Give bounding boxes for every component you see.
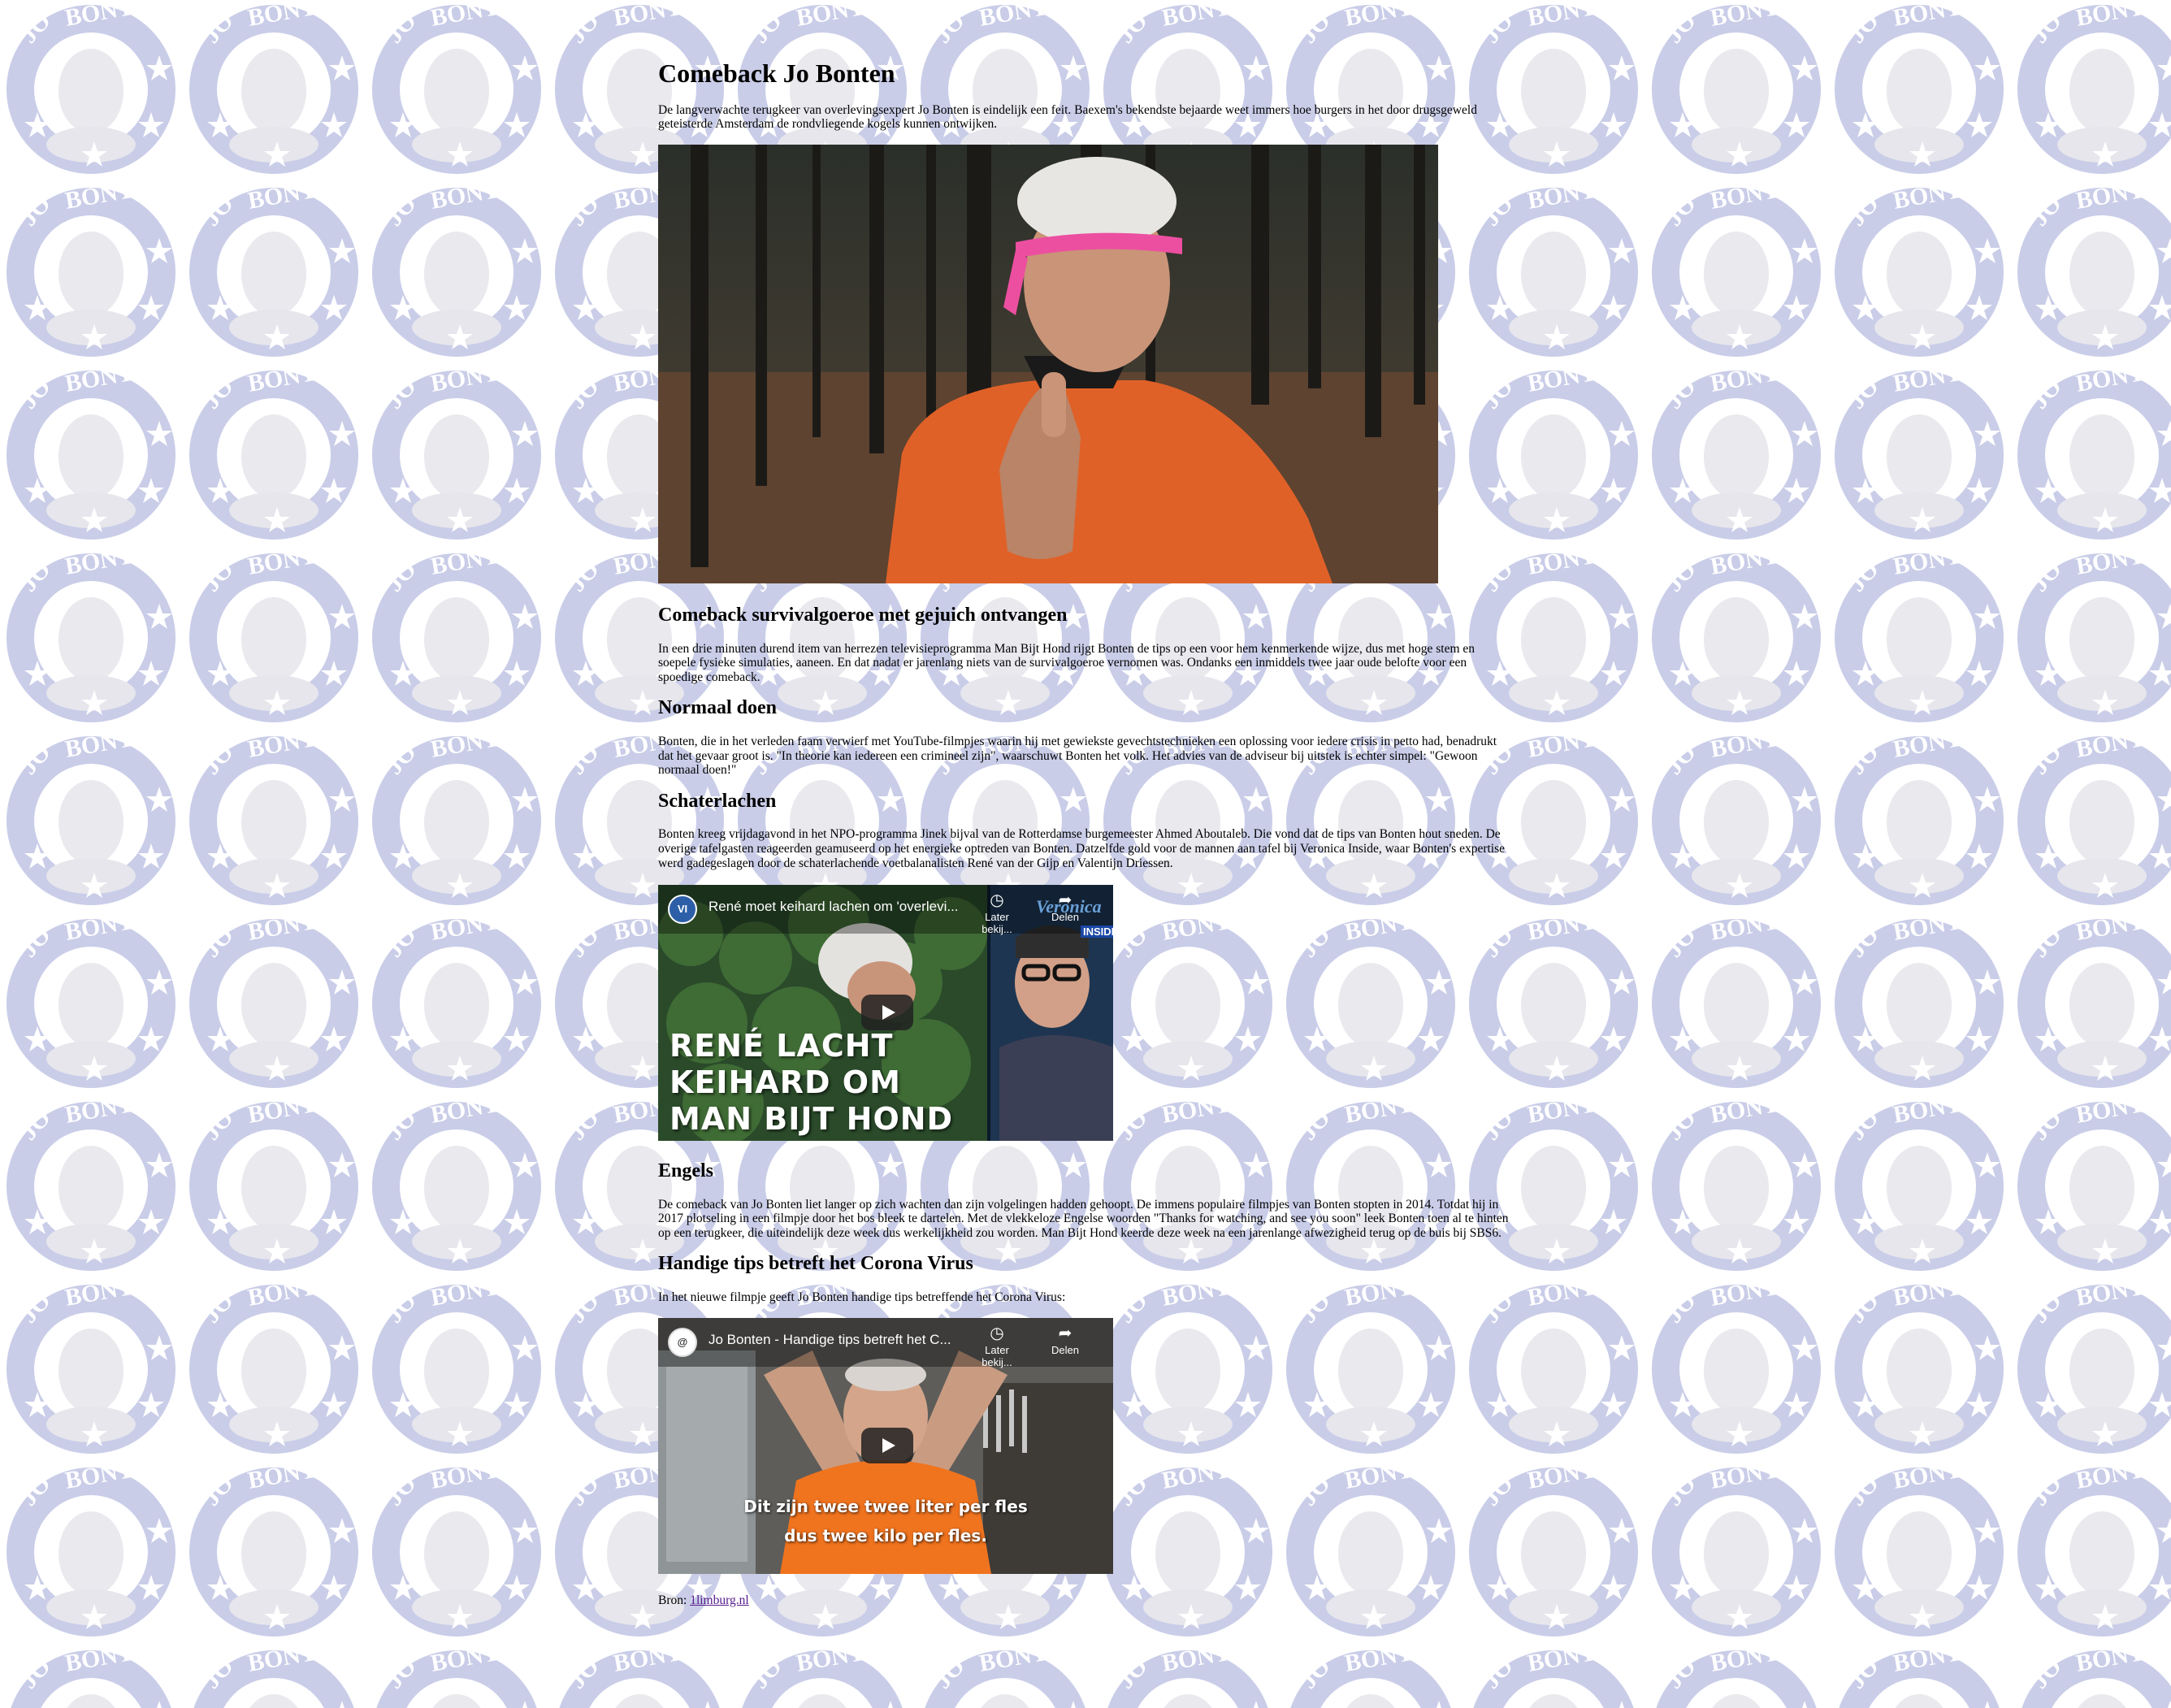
play-button[interactable] <box>861 1427 913 1463</box>
subtitle-line: dus twee kilo per fles. <box>784 1525 987 1545</box>
video-subtitle: Dit zijn twee twee liter per fles dus tw… <box>658 1492 1113 1550</box>
video-header: @ Jo Bonten - Handige tips betreft het C… <box>658 1318 1113 1368</box>
section-text-schaterlachen: Bonten kreeg vrijdagavond in het NPO-pro… <box>658 827 1506 870</box>
subtitle-line: Dit zijn twee twee liter per fles <box>743 1496 1028 1516</box>
watch-later-label: Later bekij... <box>982 1343 1012 1368</box>
share-label: Delen <box>1051 1343 1079 1356</box>
watch-later-label: Later bekij... <box>982 911 1012 936</box>
hero-image <box>658 144 1438 583</box>
caption-line: MAN BIJT HOND <box>670 1101 954 1138</box>
section-heading-normaal-doen: Normaal doen <box>658 697 777 719</box>
video-title[interactable]: René moet keihard lachen om 'overlevi... <box>708 899 959 915</box>
clock-icon: ◷ <box>990 891 1004 910</box>
section-heading-schaterlachen: Schaterlachen <box>658 790 777 812</box>
intro-paragraph: De langverwachte terugkeer van overlevin… <box>658 102 1477 132</box>
source-link[interactable]: 1limburg.nl <box>690 1593 748 1607</box>
channel-avatar[interactable]: VI <box>668 895 697 925</box>
page-title: Comeback Jo Bonten <box>658 59 895 88</box>
channel-avatar[interactable]: @ <box>668 1327 697 1357</box>
video-embed-corona[interactable]: @ Jo Bonten - Handige tips betreft het C… <box>658 1317 1113 1574</box>
section-heading-engels: Engels <box>658 1160 714 1182</box>
section-heading-corona: Handige tips betreft het Corona Virus <box>658 1253 973 1275</box>
brand-logo: Veronica <box>1036 896 1102 917</box>
share-button[interactable]: ➦ Delen <box>1038 1324 1092 1356</box>
section-text-engels: De comeback van Jo Bonten liet langer op… <box>658 1197 1509 1240</box>
section-text-corona: In het nieuwe filmpje geeft Jo Bonten ha… <box>658 1290 1066 1305</box>
caption-line: RENÉ LACHT <box>670 1028 894 1064</box>
clock-icon: ◷ <box>990 1324 1004 1342</box>
section-heading-comeback: Comeback survivalgoeroe met gejuich ontv… <box>658 604 1068 626</box>
source-label: Bron: <box>658 1593 687 1607</box>
watch-later-button[interactable]: ◷ Later bekij... <box>970 891 1024 935</box>
video-embed-rene[interactable]: VI René moet keihard lachen om 'overlevi… <box>658 885 1113 1142</box>
caption-line: KEIHARD OM <box>670 1064 901 1101</box>
video-title[interactable]: Jo Bonten - Handige tips betreft het C..… <box>708 1332 951 1348</box>
section-text-comeback: In een drie minuten durend item van herr… <box>658 641 1476 684</box>
watch-later-button[interactable]: ◷ Later bekij... <box>970 1324 1024 1368</box>
video-caption: RENÉ LACHT KEIHARD OM MAN BIJT HOND <box>670 1028 953 1138</box>
share-icon: ➦ <box>1058 1324 1072 1342</box>
play-button[interactable] <box>861 995 913 1031</box>
section-text-normaal-doen: Bonten, die in het verleden faam verwier… <box>658 734 1497 778</box>
article: Comeback Jo Bonten De langverwachte teru… <box>658 59 1511 1608</box>
brand-logo-sub: INSIDE <box>1081 926 1113 939</box>
source-line: Bron: 1limburg.nl <box>658 1593 1511 1608</box>
